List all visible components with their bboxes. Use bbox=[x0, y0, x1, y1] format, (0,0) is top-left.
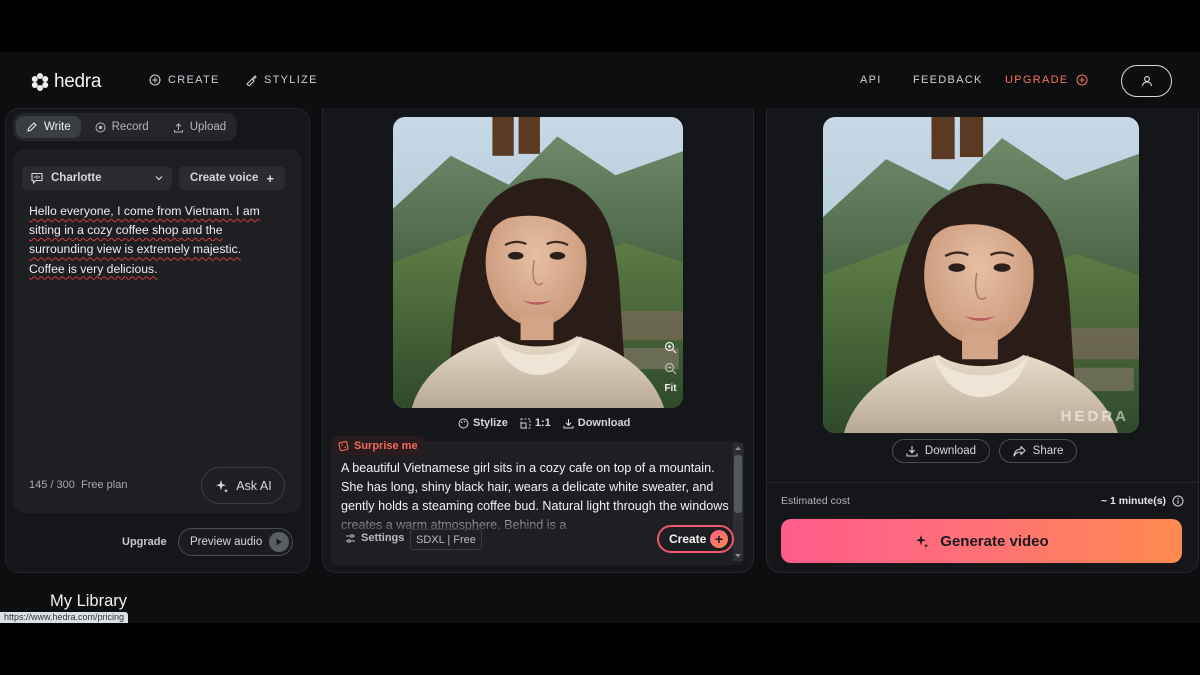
pencil-icon bbox=[27, 122, 37, 132]
hedra-flower-icon bbox=[31, 73, 49, 91]
estimated-time: ~ 1 minute(s) bbox=[1101, 495, 1184, 507]
scroll-thumb[interactable] bbox=[734, 455, 742, 513]
stylize-button[interactable]: Stylize bbox=[458, 417, 508, 429]
zoom-out-icon[interactable] bbox=[664, 362, 677, 375]
generate-video-button[interactable]: Generate video bbox=[781, 519, 1182, 563]
scroll-down-icon[interactable] bbox=[733, 552, 743, 560]
create-voice-label: Create voice bbox=[190, 172, 259, 184]
brush-icon bbox=[246, 75, 257, 86]
character-image: Fit bbox=[393, 117, 683, 408]
tab-write[interactable]: Write bbox=[16, 116, 81, 138]
script-text: Hello everyone, I come from Vietnam. I a… bbox=[29, 204, 260, 276]
model-label: SDXL | Free bbox=[416, 533, 476, 546]
logo[interactable]: hedra bbox=[30, 71, 101, 93]
aspect-ratio-label: 1:1 bbox=[534, 417, 551, 429]
watermark: HEDRA bbox=[1060, 408, 1129, 425]
sparkle-icon bbox=[916, 535, 929, 548]
preview-audio-button[interactable]: Preview audio bbox=[178, 528, 293, 556]
surprise-me-button[interactable]: Surprise me bbox=[332, 436, 424, 455]
download-icon bbox=[906, 446, 918, 457]
plus-icon: + bbox=[266, 170, 274, 186]
prompt-scrollbar[interactable] bbox=[733, 443, 743, 561]
palette-icon bbox=[458, 418, 469, 428]
fit-button[interactable]: Fit bbox=[664, 383, 676, 394]
chevron-down-icon bbox=[155, 176, 163, 181]
plan-label: Free plan bbox=[81, 479, 128, 491]
surprise-me-label: Surprise me bbox=[354, 439, 418, 452]
generate-video-label: Generate video bbox=[940, 532, 1049, 550]
create-image-button[interactable]: Create + bbox=[657, 525, 734, 553]
nav-stylize-label: STYLIZE bbox=[264, 74, 318, 86]
tab-record-label: Record bbox=[111, 121, 149, 133]
scroll-up-icon[interactable] bbox=[733, 444, 743, 452]
char-count: 145 / 300 Free plan bbox=[29, 479, 127, 491]
tab-write-label: Write bbox=[44, 121, 71, 133]
sliders-icon bbox=[346, 533, 355, 543]
download-image-button[interactable]: Download bbox=[563, 417, 631, 429]
aspect-ratio-button[interactable]: 1:1 bbox=[520, 417, 551, 429]
info-icon[interactable] bbox=[1172, 495, 1184, 507]
estimated-cost-label: Estimated cost bbox=[781, 495, 850, 507]
library-heading: My Library bbox=[50, 592, 128, 610]
share-label: Share bbox=[1032, 445, 1064, 457]
nav-create[interactable]: CREATE bbox=[149, 74, 220, 86]
nav-api[interactable]: API bbox=[860, 74, 882, 86]
tab-record[interactable]: Record bbox=[85, 116, 159, 138]
preview-audio-label: Preview audio bbox=[190, 536, 263, 548]
settings-button[interactable]: Settings bbox=[345, 532, 404, 544]
script-textarea[interactable]: Hello everyone, I come from Vietnam. I a… bbox=[29, 202, 279, 279]
voice-select[interactable]: Charlotte bbox=[22, 166, 172, 190]
download-icon bbox=[563, 418, 574, 429]
image-actions: Stylize 1:1 Download bbox=[458, 417, 630, 429]
script-card: Charlotte Create voice + Hello everyone,… bbox=[13, 149, 301, 513]
audio-mode-tabs: Write Record Upload bbox=[13, 113, 237, 141]
play-icon bbox=[269, 532, 289, 552]
upgrade-link[interactable]: Upgrade bbox=[122, 536, 167, 548]
sparkle-icon bbox=[216, 479, 229, 493]
estimated-time-value: ~ 1 minute(s) bbox=[1101, 495, 1167, 507]
download-video-label: Download bbox=[924, 445, 977, 457]
record-icon bbox=[95, 122, 106, 132]
speech-bubble-icon bbox=[31, 172, 43, 185]
app-window: hedra CREATE STYLIZE API FEEDBACK UPGRAD… bbox=[0, 52, 1200, 623]
top-nav: hedra CREATE STYLIZE API FEEDBACK UPGRAD… bbox=[0, 52, 1200, 112]
share-icon bbox=[1013, 445, 1026, 457]
download-video-button[interactable]: Download bbox=[892, 439, 990, 463]
plus-circle-icon bbox=[1075, 74, 1088, 86]
profile-button[interactable] bbox=[1121, 65, 1172, 97]
nav-upgrade[interactable]: UPGRADE bbox=[1005, 74, 1088, 86]
download-image-label: Download bbox=[577, 417, 631, 429]
dice-icon bbox=[338, 440, 349, 451]
model-badge[interactable]: SDXL | Free bbox=[410, 529, 482, 550]
create-voice-button[interactable]: Create voice + bbox=[179, 166, 285, 190]
video-preview: HEDRA bbox=[823, 117, 1139, 433]
nav-feedback[interactable]: FEEDBACK bbox=[913, 74, 983, 86]
tab-upload-label: Upload bbox=[189, 121, 227, 133]
stylize-label: Stylize bbox=[473, 417, 508, 429]
nav-stylize[interactable]: STYLIZE bbox=[245, 74, 318, 86]
char-count-value: 145 / 300 bbox=[29, 479, 75, 491]
plus-circle-icon bbox=[149, 74, 161, 86]
user-icon bbox=[1141, 76, 1152, 87]
ask-ai-label: Ask AI bbox=[236, 478, 272, 493]
zoom-tools: Fit bbox=[664, 341, 677, 394]
aspect-ratio-icon bbox=[520, 418, 531, 428]
brand-name: hedra bbox=[54, 71, 102, 92]
zoom-in-icon[interactable] bbox=[664, 341, 677, 354]
divider bbox=[767, 482, 1198, 483]
upload-icon bbox=[173, 122, 183, 132]
create-image-label: Create bbox=[669, 532, 707, 546]
status-bar-url: https://www.hedra.com/pricing bbox=[0, 612, 129, 623]
nav-create-label: CREATE bbox=[168, 74, 220, 86]
nav-upgrade-label: UPGRADE bbox=[1005, 74, 1069, 86]
ask-ai-button[interactable]: Ask AI bbox=[201, 467, 285, 504]
voice-name: Charlotte bbox=[51, 172, 102, 184]
tab-upload[interactable]: Upload bbox=[163, 116, 236, 138]
plus-icon: + bbox=[710, 530, 728, 548]
share-button[interactable]: Share bbox=[999, 439, 1077, 463]
settings-label: Settings bbox=[361, 532, 405, 544]
